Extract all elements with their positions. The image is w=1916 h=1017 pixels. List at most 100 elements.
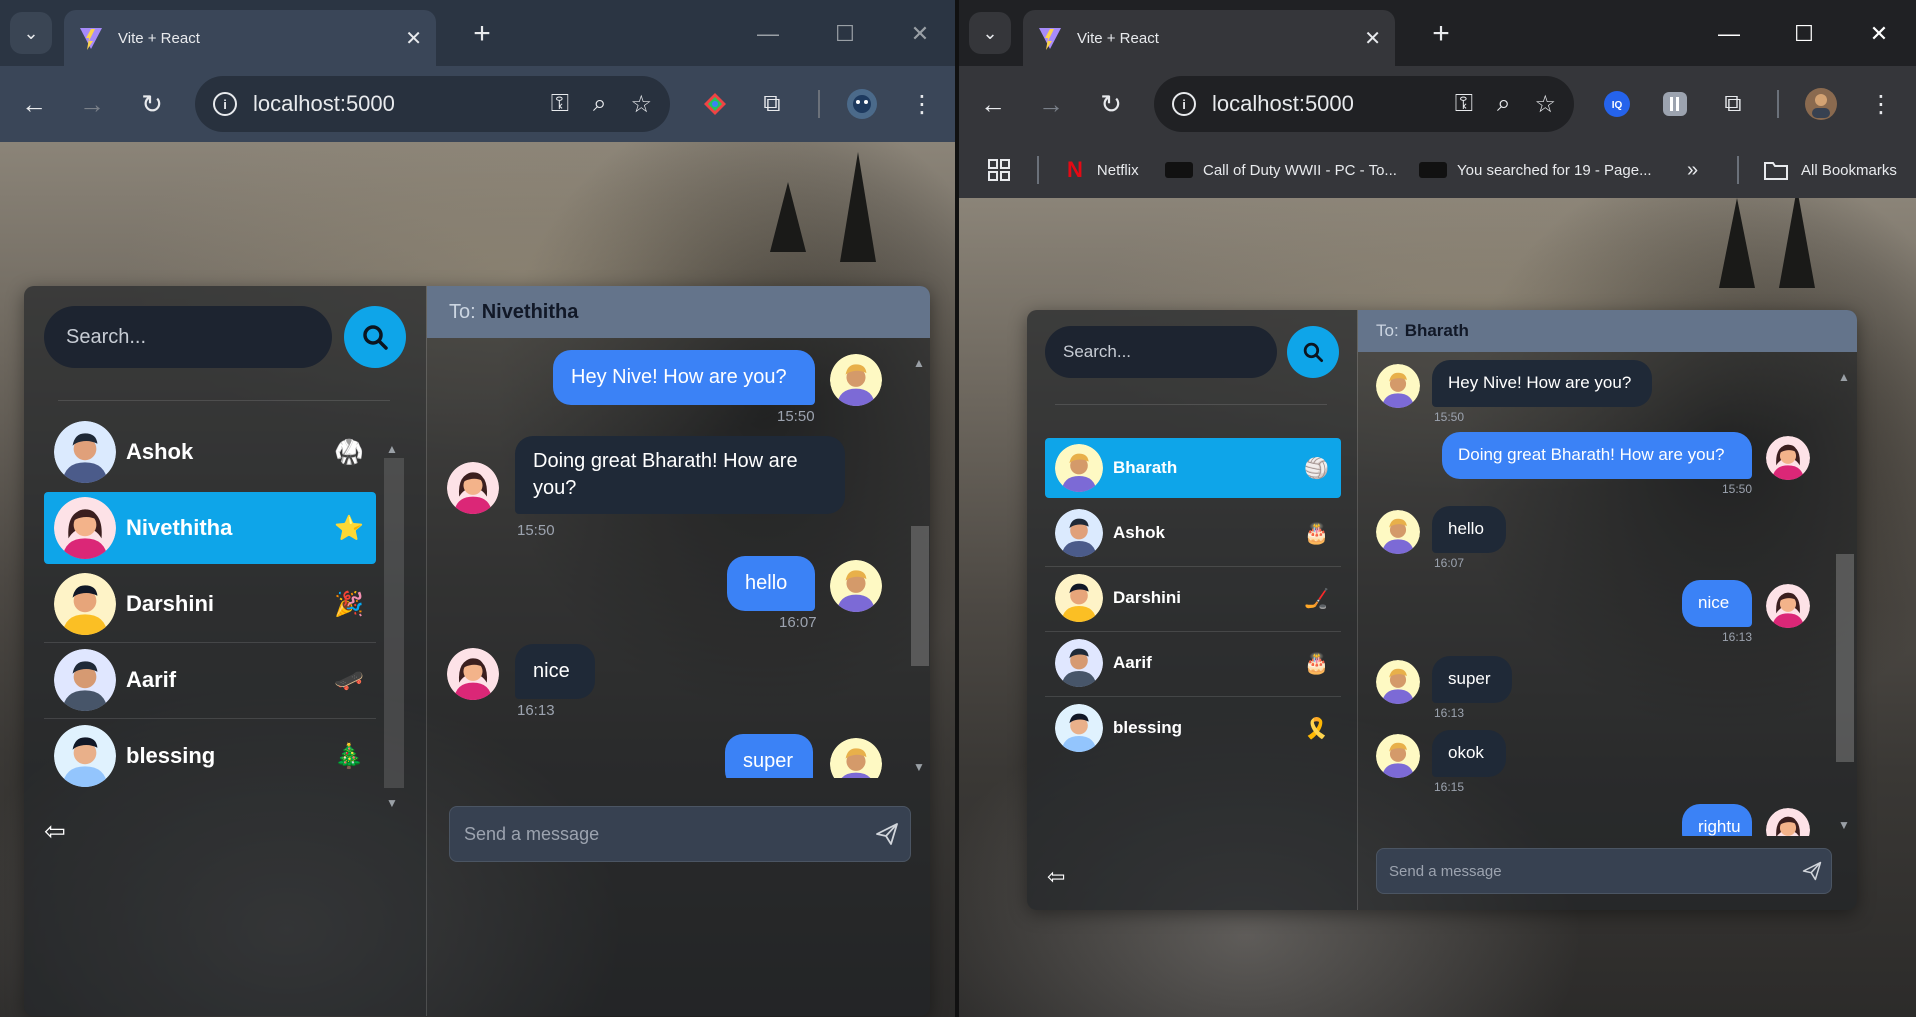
browser-tab[interactable]: Vite + React ✕ <box>1023 10 1395 66</box>
maximize-button[interactable]: ☐ <box>1774 14 1834 54</box>
avatar <box>1376 734 1420 778</box>
svg-text:IQ: IQ <box>1612 100 1623 111</box>
recipient-name: Bharath <box>1404 321 1469 340</box>
site-info-icon[interactable]: i <box>213 92 237 116</box>
star-icon[interactable]: ☆ <box>1534 90 1556 119</box>
bookmark-you-searched[interactable]: You searched for 19 - Page... <box>1419 142 1652 198</box>
menu-icon[interactable]: ⋮ <box>1861 84 1901 124</box>
menu-icon[interactable]: ⋮ <box>902 84 942 124</box>
extensions-icon[interactable]: ⧉ <box>1713 84 1753 124</box>
color-extension-icon[interactable] <box>695 84 735 124</box>
sidebar: Search... Bharath 🏐 Ashok 🎂 Darshini 🏒 A… <box>1027 310 1357 910</box>
scroll-up-arrow[interactable]: ▲ <box>386 442 398 456</box>
search-input[interactable]: Search... <box>1045 326 1277 378</box>
extension-tile-icon[interactable] <box>1655 84 1695 124</box>
maximize-button[interactable]: ☐ <box>815 14 875 54</box>
close-window-button[interactable]: ✕ <box>1849 14 1909 54</box>
conversation-item-bharath[interactable]: Bharath 🏐 <box>1045 438 1341 498</box>
message-bubble: Doing great Bharath! How are you? <box>1442 432 1752 479</box>
conversation-item-ashok[interactable]: Ashok 🎂 <box>1045 503 1341 563</box>
profile-avatar[interactable] <box>1801 84 1841 124</box>
conversation-item-ashok[interactable]: Ashok 🥋 <box>44 416 376 488</box>
messages-scrollbar[interactable] <box>1836 554 1854 762</box>
conversation-item-aarif[interactable]: Aarif 🛹 <box>44 644 376 716</box>
conversation-divider <box>44 642 376 643</box>
star-icon[interactable]: ☆ <box>630 90 652 119</box>
messages-scroll-down[interactable]: ▼ <box>913 760 925 774</box>
site-favicon-icon <box>1419 162 1447 178</box>
minimize-button[interactable]: — <box>1699 14 1759 54</box>
logout-icon[interactable]: ⇦ <box>44 816 66 847</box>
bookmark-call-of-duty[interactable]: Call of Duty WWII - PC - To... <box>1165 142 1397 198</box>
close-tab-icon[interactable]: ✕ <box>1364 26 1381 51</box>
message-timestamp: 16:07 <box>1434 556 1465 570</box>
composer-placeholder: Send a message <box>464 823 600 844</box>
extensions-icon[interactable]: ⧉ <box>752 84 792 124</box>
back-button[interactable]: ← <box>12 82 56 126</box>
close-tab-icon[interactable]: ✕ <box>405 26 422 51</box>
reload-button[interactable]: ↻ <box>1089 82 1133 126</box>
avatar <box>830 354 882 406</box>
forward-button[interactable]: → <box>70 82 114 126</box>
conversation-emoji: 🛹 <box>334 666 364 694</box>
conversation-item-nivethitha[interactable]: Nivethitha ⭐ <box>44 492 376 564</box>
tab-search-button[interactable]: ⌄ <box>969 12 1011 54</box>
messages-scroll-up[interactable]: ▲ <box>913 356 925 370</box>
messages-area: Hey Nive! How are you? 15:50 Doing great … <box>1358 352 1857 836</box>
chat-panel: To: Bharath Hey Nive! How are you? 15:50… <box>1357 310 1857 910</box>
tab-search-button[interactable]: ⌄ <box>10 12 52 54</box>
send-icon[interactable] <box>1801 860 1823 882</box>
new-tab-button[interactable]: + <box>1421 14 1461 54</box>
reload-button[interactable]: ↻ <box>130 82 174 126</box>
logout-icon[interactable]: ⇦ <box>1047 864 1065 890</box>
scroll-down-arrow[interactable]: ▼ <box>386 796 398 810</box>
message-bubble: nice <box>515 644 595 699</box>
composer-placeholder: Send a message <box>1389 862 1502 880</box>
conversation-item-blessing[interactable]: blessing 🎄 <box>44 720 376 792</box>
search-button[interactable] <box>344 306 406 368</box>
message-input[interactable]: Send a message <box>449 806 911 862</box>
conversation-item-darshini[interactable]: Darshini 🎉 <box>44 568 376 640</box>
key-icon[interactable]: ⚿ <box>551 90 569 118</box>
messages-scroll-down[interactable]: ▼ <box>1838 818 1850 832</box>
avatar <box>447 648 499 700</box>
back-button[interactable]: ← <box>971 82 1015 126</box>
conversation-name: Nivethitha <box>126 515 233 540</box>
bookmark-label: Netflix <box>1096 161 1139 179</box>
conversation-item-blessing[interactable]: blessing 🎗️ <box>1045 698 1341 758</box>
more-bookmarks-icon[interactable]: » <box>1687 142 1698 198</box>
close-window-button[interactable]: ✕ <box>890 14 950 54</box>
chat-panel: To: Nivethitha Hey Nive! How are you? 15… <box>426 286 930 1016</box>
forward-button[interactable]: → <box>1029 82 1073 126</box>
conversation-item-darshini[interactable]: Darshini 🏒 <box>1045 568 1341 628</box>
address-bar[interactable]: i localhost:5000 ⚿ ⌕ ☆ <box>1154 76 1574 132</box>
profile-avatar[interactable] <box>842 84 882 124</box>
message-bubble: super <box>725 734 813 778</box>
address-bar[interactable]: i localhost:5000 ⚿ ⌕ ☆ <box>195 76 670 132</box>
bookmark-netflix[interactable]: N Netflix <box>1067 142 1139 198</box>
browser-tab[interactable]: Vite + React ✕ <box>64 10 436 66</box>
sidebar: Search... Ashok 🥋 Nivethitha ⭐ Darshini 🎉 <box>24 286 426 1016</box>
new-tab-button[interactable]: + <box>462 14 502 54</box>
zoom-icon[interactable]: ⌕ <box>1497 90 1510 118</box>
site-info-icon[interactable]: i <box>1172 92 1196 116</box>
sidebar-scrollbar[interactable] <box>384 458 404 788</box>
tree-silhouette <box>1779 198 1815 288</box>
key-icon[interactable]: ⚿ <box>1455 90 1473 118</box>
search-input[interactable]: Search... <box>44 306 332 368</box>
conversation-divider <box>1045 630 1341 632</box>
apps-icon[interactable] <box>987 142 1011 198</box>
conversation-item-aarif[interactable]: Aarif 🎂 <box>1045 633 1341 693</box>
search-button[interactable] <box>1287 326 1339 378</box>
all-bookmarks[interactable]: All Bookmarks <box>1763 142 1897 198</box>
avatar <box>830 560 882 612</box>
iq-extension-icon[interactable]: IQ <box>1597 84 1637 124</box>
avatar <box>54 497 116 559</box>
message-timestamp: 15:50 <box>517 522 555 539</box>
messages-scroll-up[interactable]: ▲ <box>1838 370 1850 384</box>
zoom-icon[interactable]: ⌕ <box>593 90 606 118</box>
message-input[interactable]: Send a message <box>1376 848 1832 894</box>
send-icon[interactable] <box>874 821 900 847</box>
minimize-button[interactable]: — <box>738 14 798 54</box>
messages-scrollbar[interactable] <box>911 526 929 666</box>
